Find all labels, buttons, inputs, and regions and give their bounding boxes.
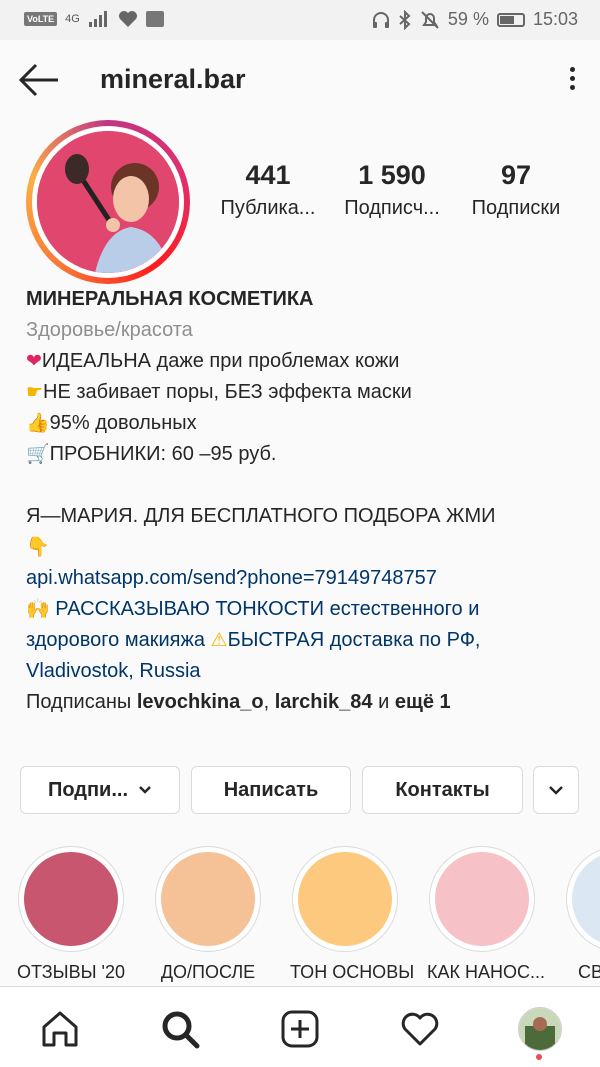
following-button-label: Подпи... (47, 778, 129, 801)
followed-and: и (372, 691, 395, 713)
following-count: 97 (500, 160, 532, 190)
battery-percent: 59 % (447, 9, 489, 29)
volte-badge: VoLTE (24, 12, 58, 26)
following-button[interactable]: Подпи... (20, 766, 180, 814)
avatar-photo (37, 131, 179, 273)
highlight-item[interactable]: КАК НАНОС... (427, 846, 545, 983)
battery-icon (496, 12, 525, 27)
notification-dot (536, 1054, 542, 1060)
highlight-item[interactable]: СВ (564, 846, 600, 983)
suggestions-toggle-button[interactable] (533, 766, 579, 814)
chevron-down-icon (549, 786, 563, 795)
following-label: Подписки (471, 197, 561, 219)
highlight-cover (298, 852, 392, 946)
bio-line-7a: РАССКАЗЫВАЮ ТОНКОСТИ естественного и (49, 598, 480, 620)
network-type: 4G (65, 13, 80, 25)
profile-tab-avatar[interactable] (518, 1007, 562, 1051)
highlight-cover (435, 852, 529, 946)
cart-emoji-icon: 🛒 (26, 444, 50, 465)
followed-user-2: larchik_84 (274, 691, 373, 713)
chevron-down-icon (139, 786, 151, 794)
profile-header: mineral.bar (0, 40, 600, 120)
heart-emoji-icon: ❤ (26, 351, 42, 372)
activity-heart-icon[interactable] (398, 1007, 442, 1051)
followed-more: ещё 1 (394, 691, 451, 713)
bio-line-7b: здорового макияжа (26, 629, 211, 651)
clock: 15:03 (532, 9, 578, 29)
posts-count: 441 (245, 160, 291, 190)
highlight-item[interactable]: ДО/ПОСЛЕ (153, 846, 263, 983)
highlight-label: СВ (578, 962, 600, 982)
contacts-button-label: Контакты (395, 778, 490, 801)
profile-location[interactable]: Vladivostok, Russia (26, 656, 586, 687)
highlight-item[interactable]: ТОН ОСНОВЫ (290, 846, 415, 983)
stat-posts[interactable]: 441 Публика... (213, 160, 323, 220)
highlight-item-clip: СВ (564, 846, 600, 986)
profile-username: mineral.bar (100, 64, 246, 94)
highlight-cover (572, 852, 600, 946)
followed-sep: , (263, 691, 275, 713)
message-button[interactable]: Написать (191, 766, 351, 814)
message-button-label: Написать (223, 778, 319, 801)
bio-line-2: НЕ забивает поры, БЕЗ эффекта маски (43, 381, 412, 403)
posts-label: Публика... (220, 197, 316, 219)
highlight-label: ДО/ПОСЛЕ (160, 962, 256, 982)
headphones-icon (372, 11, 389, 28)
followed-by[interactable]: Подписаны levochkina_o, larchik_84 и ещё… (26, 687, 586, 718)
more-options-icon[interactable] (562, 64, 582, 96)
search-icon[interactable] (158, 1007, 202, 1051)
highlight-label: ОТЗЫВЫ '20 (17, 962, 125, 982)
followed-prefix: Подписаны (26, 691, 137, 713)
profile-name: МИНЕРАЛЬНАЯ КОСМЕТИКА (26, 288, 314, 310)
pointing-hand-emoji-icon: ☛ (26, 382, 44, 403)
signal-icon (88, 11, 107, 27)
bio-line-7c: БЫСТРАЯ доставка по РФ, (227, 629, 481, 651)
health-icon (118, 11, 137, 27)
bluetooth-icon (399, 9, 411, 30)
contacts-button[interactable]: Контакты (362, 766, 523, 814)
status-bar: VoLTE 4G 59 % 15:03 (0, 0, 600, 40)
mute-bell-icon (421, 10, 439, 29)
bio-line-5: Я—МАРИЯ. ДЛЯ БЕСПЛАТНОГО ПОДБОРА ЖМИ (26, 505, 496, 527)
bio-link[interactable]: api.whatsapp.com/send?phone=79149748757 (26, 563, 586, 594)
back-arrow-icon[interactable] (18, 62, 62, 98)
warning-emoji-icon: ⚠ (210, 630, 228, 651)
highlight-label: ТОН ОСНОВЫ (290, 962, 415, 982)
profile-category: Здоровье/красота (26, 319, 193, 341)
hms-icon (145, 11, 164, 27)
bio-line-1: ИДЕАЛЬНА даже при проблемах кожи (41, 350, 400, 372)
bio-line-4: ПРОБНИКИ: 60 –95 руб. (49, 443, 277, 465)
home-icon[interactable] (38, 1007, 82, 1051)
highlight-label: КАК НАНОС... (427, 962, 545, 982)
stat-following[interactable]: 97 Подписки (461, 160, 571, 220)
thumbs-up-emoji-icon: 👍 (26, 413, 50, 434)
profile-bio: МИНЕРАЛЬНАЯ КОСМЕТИКА Здоровье/красота ❤… (26, 284, 586, 718)
bio-line-3: 95% довольных (49, 412, 197, 434)
raised-hands-emoji-icon: 🙌 (26, 599, 50, 620)
profile-avatar[interactable] (26, 120, 190, 284)
stat-followers[interactable]: 1 590 Подписч... (336, 160, 448, 220)
bottom-navigation (0, 986, 600, 1067)
followers-count: 1 590 (358, 160, 426, 190)
followed-user-1: levochkina_o (136, 691, 264, 713)
followers-label: Подписч... (344, 197, 440, 219)
highlight-cover (161, 852, 255, 946)
highlight-cover (24, 852, 118, 946)
highlight-item[interactable]: ОТЗЫВЫ '20 (16, 846, 126, 983)
add-post-icon[interactable] (278, 1007, 322, 1051)
point-down-emoji-icon: 👇 (26, 537, 50, 558)
